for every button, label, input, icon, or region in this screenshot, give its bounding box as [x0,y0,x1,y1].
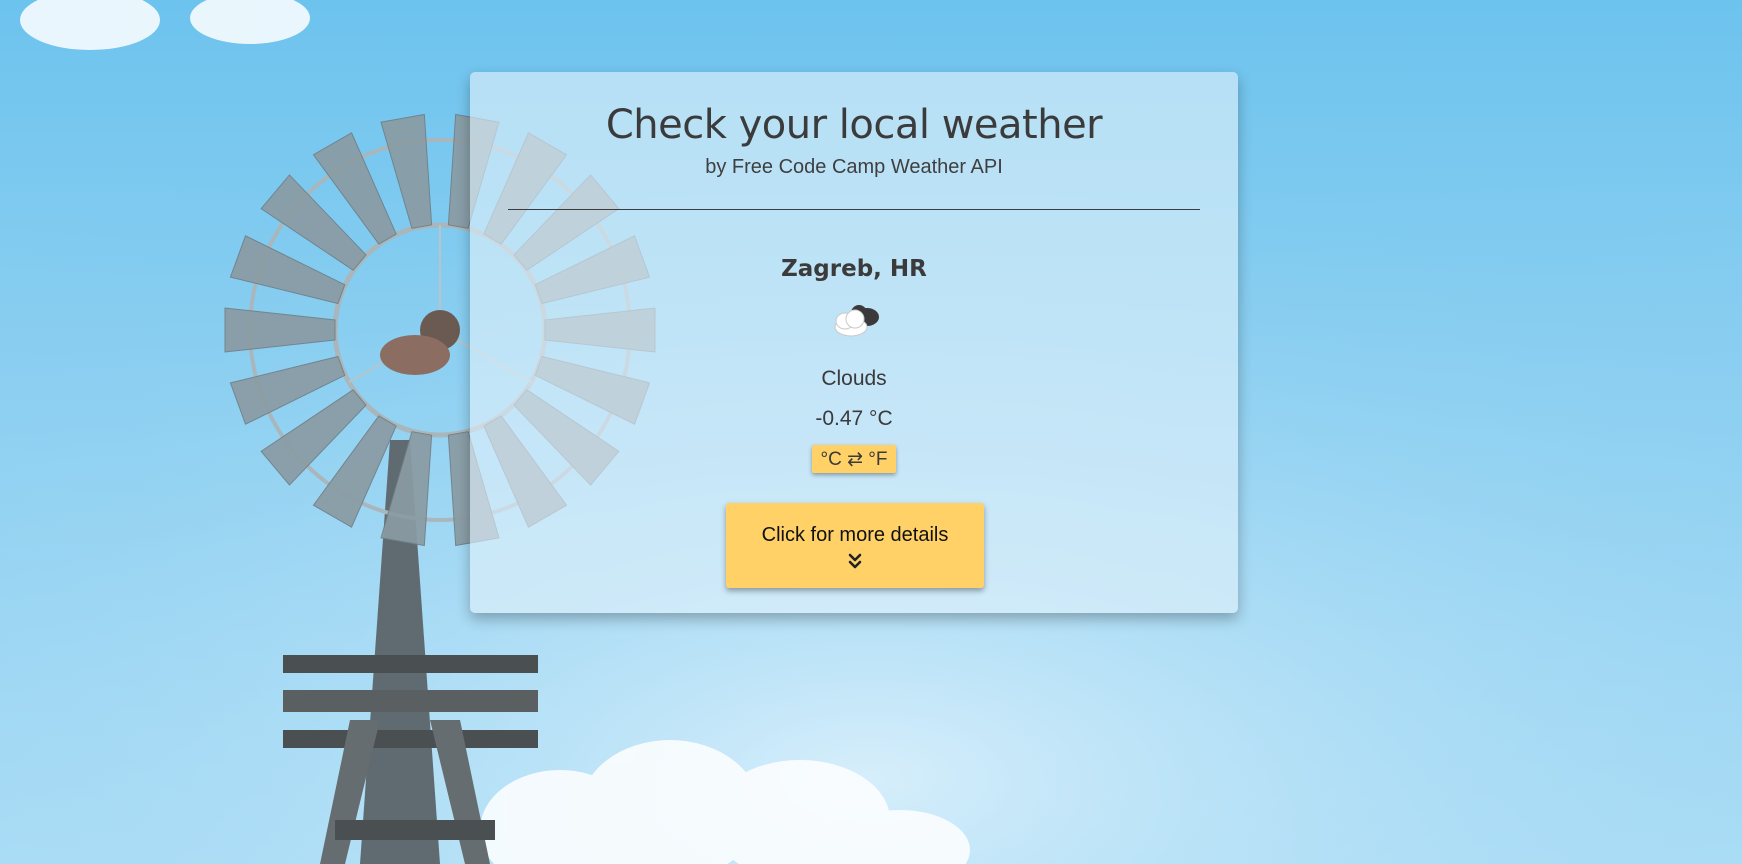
weather-card: Check your local weather by Free Code Ca… [470,72,1238,613]
more-details-button[interactable]: Click for more details [726,503,984,588]
weather-condition: Clouds [821,367,887,390]
page-title: Check your local weather [605,102,1103,148]
chevron-double-down-icon [848,553,862,569]
clouds-icon [834,305,879,337]
temperature-value: -0.47 °C [815,407,893,430]
unit-toggle-button[interactable]: °C ⇄ °F [812,445,896,473]
more-details-label: Click for more details [761,524,949,546]
location-label: Zagreb, HR [781,256,927,282]
divider [508,209,1200,210]
page-subtitle: by Free Code Camp Weather API [705,156,1003,178]
